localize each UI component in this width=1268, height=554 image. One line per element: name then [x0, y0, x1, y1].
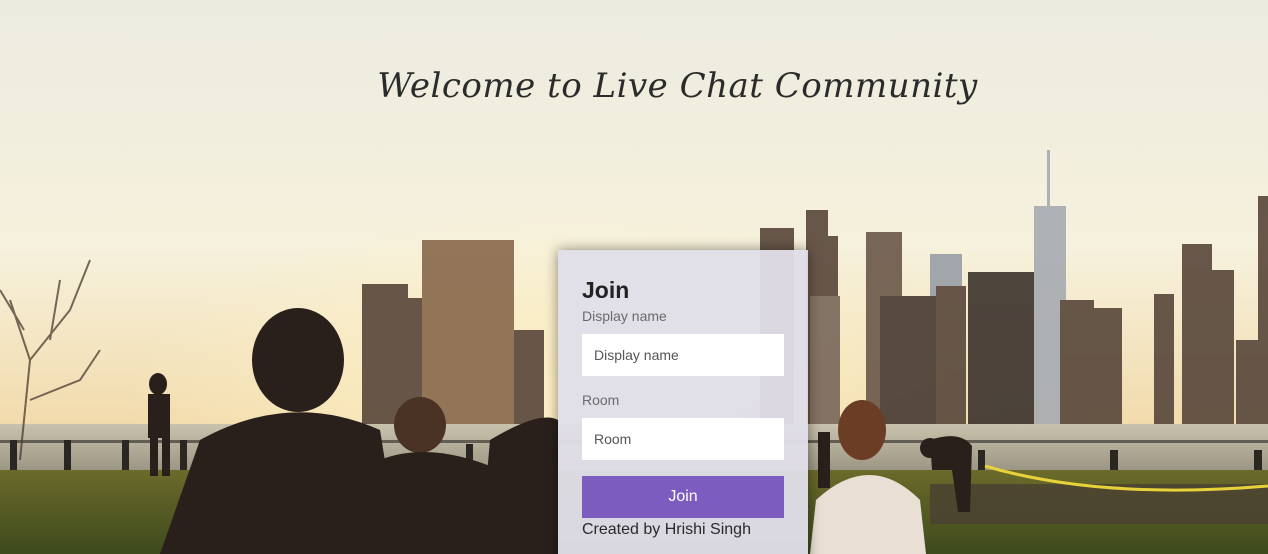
join-button[interactable]: Join [582, 476, 784, 518]
display-name-input[interactable] [582, 334, 784, 376]
page-title: Welcome to Live Chat Community [377, 66, 978, 106]
room-label: Room [582, 392, 620, 408]
join-panel: Join Display name Room Join Created by H… [558, 250, 808, 554]
room-input[interactable] [582, 418, 784, 460]
join-title: Join [582, 277, 630, 303]
credit-text: Created by Hrishi Singh [582, 521, 751, 538]
display-name-label: Display name [582, 308, 667, 324]
